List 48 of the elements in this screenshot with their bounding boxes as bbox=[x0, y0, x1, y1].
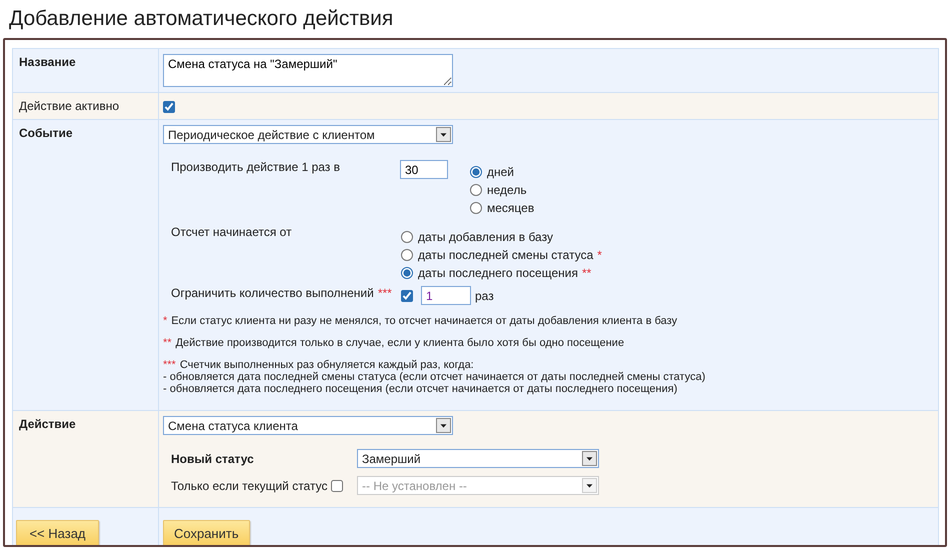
footnote-mark: ** bbox=[582, 266, 592, 281]
footnote-mark: *** bbox=[163, 359, 176, 372]
field-label: Название bbox=[19, 55, 77, 70]
note-text: - обновляется дата последнего посещения (если отсчет начинается от даты последнего посещения) bbox=[163, 383, 678, 396]
number-input[interactable]: 30 bbox=[400, 160, 448, 180]
field-label: Действие активно bbox=[19, 99, 120, 114]
button[interactable]: << Назад bbox=[16, 520, 99, 545]
radio-button[interactable] bbox=[401, 231, 413, 244]
field-label: Производить действие 1 раз в bbox=[171, 160, 342, 175]
radio-button[interactable] bbox=[401, 267, 413, 280]
footnote-mark: *** bbox=[378, 286, 392, 301]
field-label: Ограничить количество выполнений bbox=[171, 286, 374, 301]
number-input[interactable]: 1 bbox=[421, 286, 471, 306]
select-field[interactable]: Замерший bbox=[357, 449, 599, 468]
option-label: даты добавления в базу bbox=[418, 230, 553, 245]
page-title: Добавление автоматического действия bbox=[9, 6, 394, 32]
footnote-mark: ** bbox=[163, 337, 172, 350]
checkbox[interactable] bbox=[401, 290, 413, 302]
note-text: Если статус клиента ни разу не менялся, то отсчет начинается от даты добавления клиента в базу bbox=[171, 315, 678, 328]
field-label: Отсчет начинается от bbox=[171, 225, 293, 240]
radio-button[interactable] bbox=[401, 249, 413, 262]
field-label: Новый статус bbox=[171, 452, 255, 466]
select-field[interactable]: Периодическое действие с клиентом bbox=[163, 125, 453, 144]
footnote-mark: * bbox=[163, 315, 168, 328]
checkbox[interactable] bbox=[163, 101, 175, 113]
note-text: Счетчик выполненных раз обнуляется каждый раз, когда: bbox=[180, 359, 474, 372]
footnote-mark: * bbox=[597, 248, 602, 263]
field-label: Только если текущий статус bbox=[171, 478, 328, 494]
note-text: Действие производится только в случае, если у клиента было хотя бы одно посещение bbox=[176, 337, 624, 350]
option-label: дней bbox=[487, 165, 514, 180]
radio-button[interactable] bbox=[470, 166, 482, 178]
option-label: месяцев bbox=[487, 201, 534, 216]
caret-icon bbox=[436, 127, 451, 142]
radio-button[interactable] bbox=[470, 184, 482, 196]
select-field[interactable]: Смена статуса клиента bbox=[163, 416, 453, 436]
unit-label: раз bbox=[475, 288, 494, 304]
caret-icon bbox=[582, 478, 597, 494]
caret-icon bbox=[582, 451, 597, 466]
option-label: недель bbox=[487, 183, 527, 198]
field-label: Действие bbox=[19, 417, 77, 432]
option-label: даты последнего посещения bbox=[418, 266, 578, 281]
field-label: Событие bbox=[19, 126, 74, 141]
option-label: даты последней смены статуса bbox=[418, 248, 594, 263]
note-text: - обновляется дата последней смены статуса (если отсчет начинается от даты последней смены статуса) bbox=[163, 371, 706, 384]
name-input[interactable]: Смена статуса на "Замерший" bbox=[163, 54, 453, 87]
caret-icon bbox=[436, 418, 451, 434]
radio-button[interactable] bbox=[470, 202, 482, 214]
button[interactable]: Сохранить bbox=[163, 520, 250, 545]
